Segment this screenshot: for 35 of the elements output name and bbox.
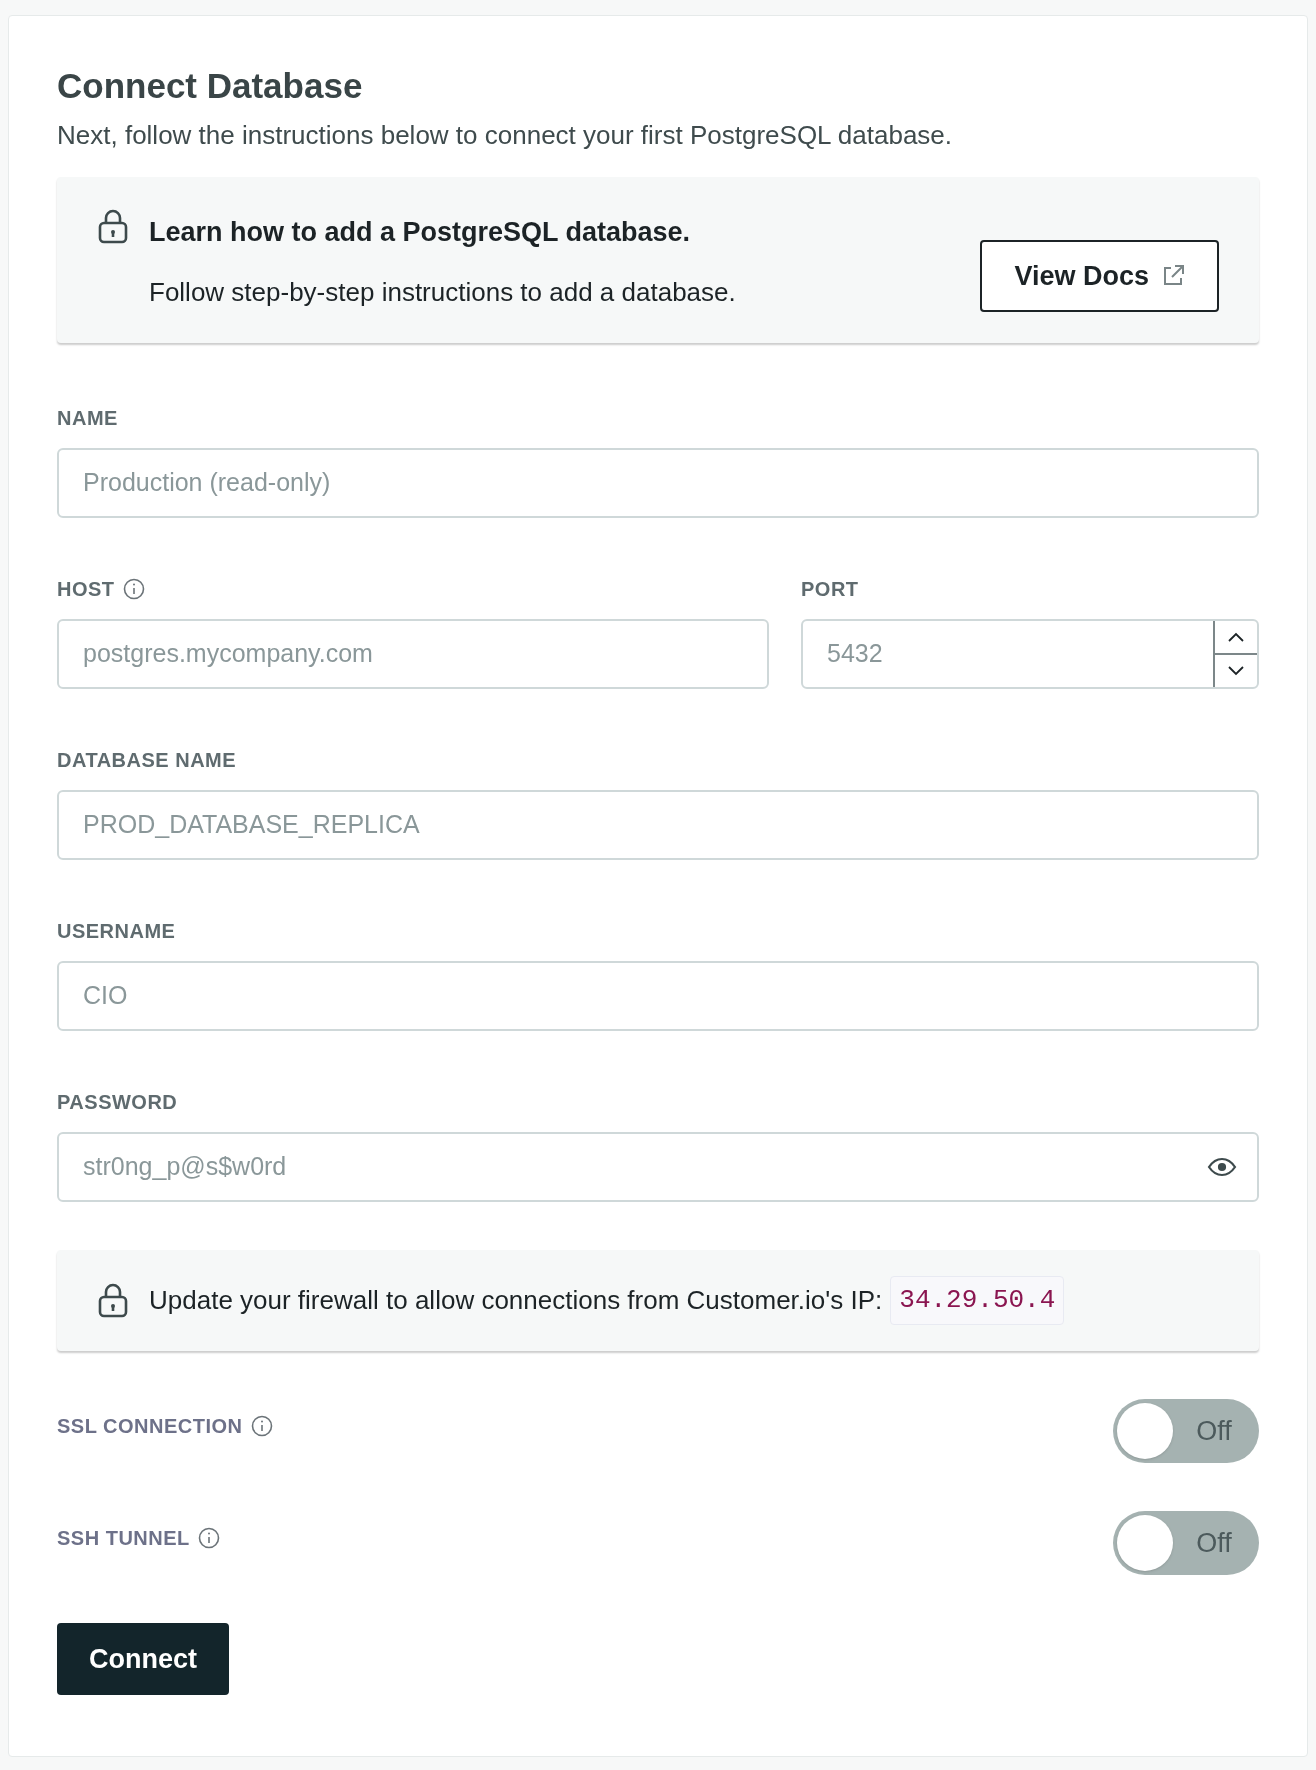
ip-address: 34.29.50.4 bbox=[890, 1275, 1065, 1325]
field-label: PASSWORD bbox=[57, 1089, 178, 1115]
toggle-knob bbox=[1117, 1402, 1173, 1459]
docs-text: Follow step-by-step instructions to add a database. bbox=[149, 275, 736, 309]
text-field[interactable]: CIO bbox=[57, 960, 1259, 1031]
lock-icon bbox=[97, 208, 129, 244]
page-subtitle: Next, follow the instructions below to connect your first PostgreSQL database. bbox=[57, 118, 954, 152]
toggle-knob bbox=[1117, 1514, 1173, 1571]
port-field[interactable]: 5432 bbox=[801, 618, 1259, 689]
external-link-icon bbox=[1161, 263, 1185, 288]
field-label: HOST bbox=[57, 576, 115, 602]
setting-label: SSL CONNECTION bbox=[57, 1413, 243, 1439]
show-password-icon[interactable] bbox=[1207, 1156, 1237, 1177]
chevron-down-icon bbox=[1228, 665, 1244, 676]
field-label: USERNAME bbox=[57, 918, 176, 944]
info-icon[interactable] bbox=[122, 577, 145, 600]
chevron-up-icon bbox=[1228, 631, 1244, 642]
port-input[interactable]: 5432 bbox=[803, 620, 1213, 687]
toggle-state: Off bbox=[1195, 1526, 1233, 1560]
lock-icon bbox=[97, 1282, 129, 1319]
text-field[interactable]: PROD_DATABASE_REPLICA bbox=[57, 789, 1259, 860]
view-docs-button[interactable]: View Docs bbox=[980, 239, 1219, 312]
text-field[interactable]: postgres.mycompany.com bbox=[57, 618, 769, 689]
connect-button[interactable]: Connect bbox=[57, 1622, 229, 1695]
page-title: Connect Database bbox=[57, 65, 364, 107]
info-icon[interactable] bbox=[197, 1526, 220, 1549]
toggle-state: Off bbox=[1195, 1414, 1233, 1448]
setting-label: SSH TUNNEL bbox=[57, 1525, 190, 1551]
firewall-text: Update your firewall to allow connections from Customer.io's IP: bbox=[149, 1283, 883, 1317]
field-label: NAME bbox=[57, 405, 118, 431]
field-label: PORT bbox=[801, 576, 859, 602]
info-icon[interactable] bbox=[250, 1414, 273, 1437]
field-label: DATABASE NAME bbox=[57, 747, 237, 773]
docs-heading: Learn how to add a PostgreSQL database. bbox=[149, 216, 692, 249]
text-field[interactable]: Production (read-only) bbox=[57, 447, 1259, 518]
